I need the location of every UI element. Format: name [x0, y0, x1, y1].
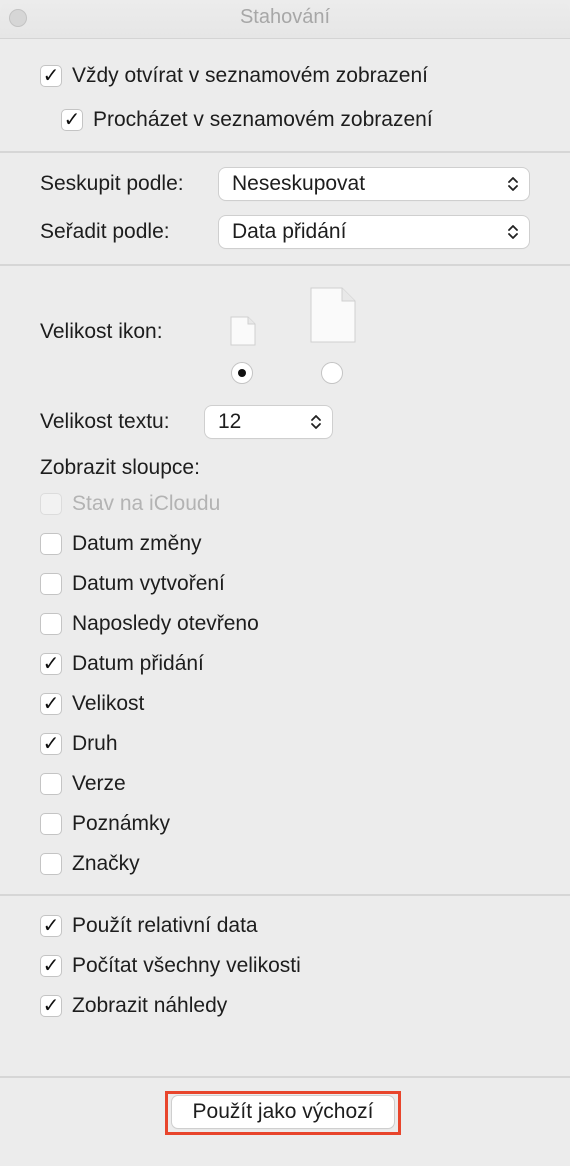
divider [0, 1076, 570, 1078]
checkbox-box[interactable] [40, 533, 62, 555]
checkbox-box [40, 493, 62, 515]
window-title: Stahování [239, 6, 331, 28]
title-bar: Stahování [0, 0, 570, 39]
group-by-label: Seskupit podle: [40, 172, 184, 195]
text-size-select[interactable]: 12 [205, 406, 332, 438]
sort-by-select[interactable]: Data přidání [219, 216, 529, 248]
text-size-label: Velikost textu: [40, 410, 170, 433]
column-checkbox[interactable]: ✓ Velikost [40, 692, 144, 716]
checkbox-label: Stav na iCloudu [72, 492, 221, 515]
column-checkbox[interactable]: ✓ Počítat všechny velikosti [40, 954, 301, 978]
small-document-icon [230, 316, 256, 346]
checkbox-box[interactable] [40, 773, 62, 795]
column-checkbox: Stav na iCloudu [40, 492, 220, 516]
checkmark-icon[interactable]: ✓ [40, 653, 62, 675]
column-checkbox[interactable]: Poznámky [40, 812, 170, 836]
column-checkbox[interactable]: ✓ Datum přidání [40, 652, 204, 676]
column-checkbox[interactable]: Značky [40, 852, 140, 876]
updown-chevron-icon [508, 177, 518, 191]
group-by-select[interactable]: Neseskupovat [219, 168, 529, 200]
divider [0, 151, 570, 153]
large-document-icon [310, 287, 356, 343]
always-open-list-checkbox[interactable]: ✓ Vždy otvírat v seznamovém zobrazení [40, 64, 428, 88]
checkbox-label: Naposledy otevřeno [72, 612, 259, 635]
checkbox-label: Datum změny [72, 532, 202, 555]
show-columns-heading: Zobrazit sloupce: [40, 456, 200, 479]
checkbox-label: Verze [72, 772, 126, 795]
checkbox-box[interactable]: ✓ [61, 109, 83, 131]
checkbox-box[interactable]: ✓ [40, 65, 62, 87]
column-checkbox[interactable]: ✓ Použít relativní data [40, 914, 258, 938]
checkbox-box[interactable] [40, 813, 62, 835]
column-checkbox[interactable]: Verze [40, 772, 126, 796]
checkmark-icon[interactable]: ✓ [40, 693, 62, 715]
select-value: 12 [218, 410, 242, 433]
icon-size-label: Velikost ikon: [40, 320, 163, 343]
view-options-window: Stahování ✓ Vždy otvírat v seznamovém zo… [0, 0, 570, 1166]
checkbox-label: Vždy otvírat v seznamovém zobrazení [72, 64, 428, 87]
divider [0, 894, 570, 896]
checkbox-label: Procházet v seznamovém zobrazení [93, 108, 433, 131]
sort-by-label: Seřadit podle: [40, 220, 170, 243]
checkbox-box[interactable] [40, 853, 62, 875]
checkbox-box[interactable] [40, 573, 62, 595]
column-checkbox[interactable]: ✓ Zobrazit náhledy [40, 994, 227, 1018]
checkbox-label: Zobrazit náhledy [72, 994, 228, 1017]
checkmark-icon[interactable]: ✓ [40, 995, 62, 1017]
checkmark-icon[interactable]: ✓ [40, 733, 62, 755]
select-value: Data přidání [232, 220, 347, 243]
checkbox-label: Datum přidání [72, 652, 204, 675]
checkmark-icon[interactable]: ✓ [40, 915, 62, 937]
checkbox-label: Použít relativní data [72, 914, 258, 937]
select-value: Neseskupovat [232, 172, 366, 195]
checkbox-label: Velikost [72, 692, 145, 715]
browse-list-checkbox[interactable]: ✓ Procházet v seznamovém zobrazení [61, 108, 433, 132]
column-checkbox[interactable]: ✓ Druh [40, 732, 118, 756]
divider [0, 264, 570, 266]
icon-size-small-radio[interactable] [231, 362, 253, 384]
updown-chevron-icon [311, 415, 321, 429]
checkbox-label: Značky [72, 852, 140, 875]
updown-chevron-icon [508, 225, 518, 239]
checkbox-label: Počítat všechny velikosti [72, 954, 301, 977]
checkbox-box[interactable] [40, 613, 62, 635]
checkbox-label: Datum vytvoření [72, 572, 225, 595]
checkbox-label: Druh [72, 732, 118, 755]
use-as-default-button[interactable]: Použít jako výchozí [172, 1096, 394, 1128]
icon-size-large-radio[interactable] [321, 362, 343, 384]
column-checkbox[interactable]: Naposledy otevřeno [40, 612, 259, 636]
checkmark-icon[interactable]: ✓ [40, 955, 62, 977]
column-checkbox[interactable]: Datum vytvoření [40, 572, 225, 596]
checkbox-label: Poznámky [72, 812, 171, 835]
column-checkbox[interactable]: Datum změny [40, 532, 202, 556]
